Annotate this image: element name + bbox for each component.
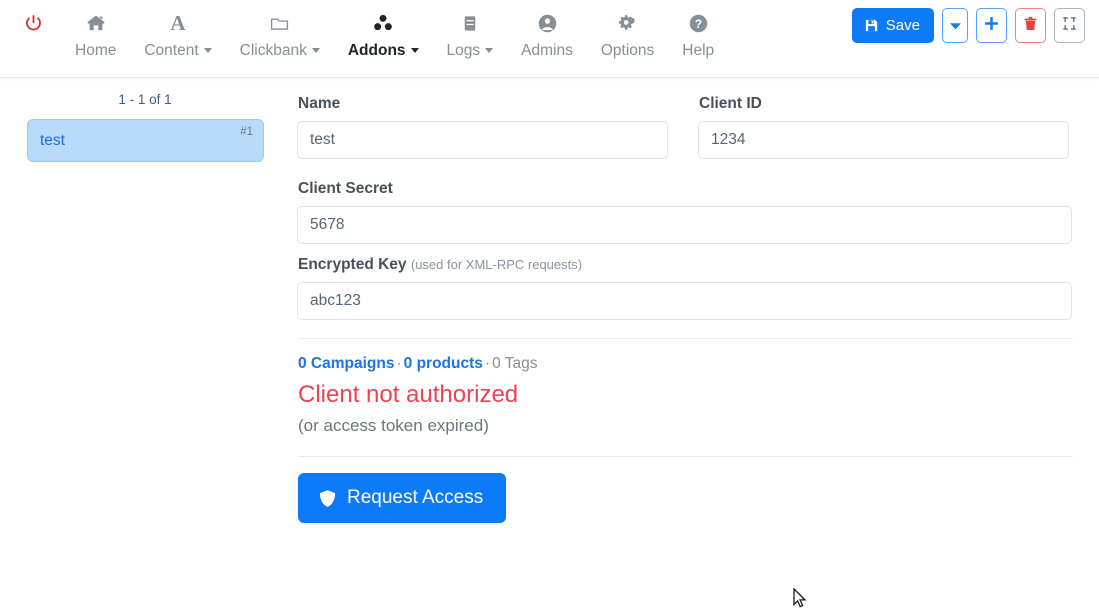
- collapse-button[interactable]: [1054, 8, 1085, 43]
- status-summary: 0 Campaigns · 0 products · 0 Tags: [298, 355, 1073, 373]
- client-secret-input[interactable]: [297, 206, 1072, 244]
- encrypted-key-label: Encrypted Key (used for XML-RPC requests…: [298, 256, 1072, 274]
- plus-icon: [983, 15, 1000, 36]
- trash-icon: [1023, 15, 1038, 36]
- error-message: Client not authorized: [298, 381, 519, 408]
- nav-help[interactable]: ? Help: [668, 8, 728, 62]
- nav-content-label: Content: [144, 42, 199, 59]
- nav-clickbank-label: Clickbank: [239, 42, 307, 59]
- nav-home-label: Home: [75, 42, 117, 59]
- top-navigation-bar: Home A Content Clickbank Addons Logs Adm…: [0, 0, 1099, 78]
- cogs-icon: [616, 10, 639, 36]
- divider-above-request: [298, 456, 1073, 457]
- stats-separator-2: ·: [484, 355, 491, 372]
- page-body: 1 - 1 of 1 test #1 Name Client ID Client…: [0, 78, 1099, 606]
- list-item[interactable]: test #1: [27, 119, 264, 162]
- nav-power-button[interactable]: [14, 8, 61, 40]
- save-button-label: Save: [885, 17, 920, 34]
- list-item-index: #1: [240, 126, 253, 138]
- caret-down-icon: [949, 17, 961, 34]
- chevron-down-icon: [410, 48, 419, 54]
- header-action-buttons: Save: [851, 8, 1085, 43]
- encrypted-key-input[interactable]: [297, 282, 1072, 320]
- encrypted-key-label-text: Encrypted Key: [298, 256, 407, 273]
- nav-logs[interactable]: Logs: [433, 8, 508, 62]
- products-link[interactable]: 0 products: [404, 355, 483, 372]
- chevron-down-icon: [485, 48, 494, 54]
- nav-home[interactable]: Home: [61, 8, 130, 62]
- client-secret-label: Client Secret: [298, 180, 393, 197]
- addons-icon: [372, 10, 394, 36]
- field-encrypted-key: Encrypted Key (used for XML-RPC requests…: [297, 256, 1072, 320]
- divider-above-stats: [298, 338, 1073, 339]
- folder-icon: [268, 10, 291, 36]
- nav-options-label: Options: [600, 42, 655, 59]
- nav-content[interactable]: A Content: [130, 8, 225, 62]
- svg-text:?: ?: [695, 17, 702, 31]
- save-dropdown-button[interactable]: [942, 8, 968, 43]
- campaigns-link[interactable]: 0 Campaigns: [298, 355, 394, 372]
- field-name: Name: [297, 86, 668, 159]
- name-input[interactable]: [297, 121, 668, 159]
- power-icon: [24, 10, 43, 36]
- client-id-label: Client ID: [699, 95, 762, 112]
- field-client-id: Client ID: [698, 86, 1069, 159]
- encrypted-key-hint: (used for XML-RPC requests): [410, 257, 583, 272]
- chevron-down-icon: [311, 48, 320, 54]
- save-button[interactable]: Save: [851, 8, 934, 43]
- nav-admins[interactable]: Admins: [507, 8, 587, 62]
- home-icon: [85, 10, 107, 36]
- error-submessage: (or access token expired): [298, 416, 489, 435]
- form-row-1: Name Client ID: [297, 86, 1073, 171]
- floppy-save-icon: [864, 18, 879, 33]
- client-list-sidebar: 1 - 1 of 1 test #1: [0, 78, 290, 606]
- nav-admins-label: Admins: [521, 42, 573, 59]
- pagination-summary: 1 - 1 of 1: [118, 92, 172, 107]
- nav-options[interactable]: Options: [587, 8, 668, 62]
- request-access-button[interactable]: Request Access: [298, 473, 507, 523]
- request-access-label: Request Access: [347, 487, 484, 508]
- client-id-input[interactable]: [698, 121, 1069, 159]
- chevron-down-icon: [203, 48, 212, 54]
- user-circle-icon: [537, 10, 558, 36]
- letter-a-icon: A: [170, 10, 186, 35]
- delete-button[interactable]: [1015, 8, 1046, 43]
- server-icon: [461, 10, 479, 36]
- nav-logs-label: Logs: [446, 42, 481, 59]
- nav-addons[interactable]: Addons: [334, 8, 433, 62]
- field-client-secret: Client Secret: [297, 180, 1072, 244]
- compress-icon: [1062, 16, 1077, 35]
- question-circle-icon: ?: [688, 10, 709, 36]
- name-label: Name: [298, 95, 341, 112]
- client-detail-form: Name Client ID Client Secret Encrypted K…: [290, 78, 1099, 606]
- shield-icon: [318, 488, 337, 509]
- list-item-label: test: [40, 131, 65, 149]
- nav-clickbank[interactable]: Clickbank: [226, 8, 334, 62]
- add-button[interactable]: [976, 8, 1007, 43]
- tags-count: 0 Tags: [492, 355, 538, 372]
- stats-separator-1: ·: [396, 355, 402, 372]
- nav-help-label: Help: [682, 42, 715, 59]
- nav-addons-label: Addons: [347, 42, 406, 59]
